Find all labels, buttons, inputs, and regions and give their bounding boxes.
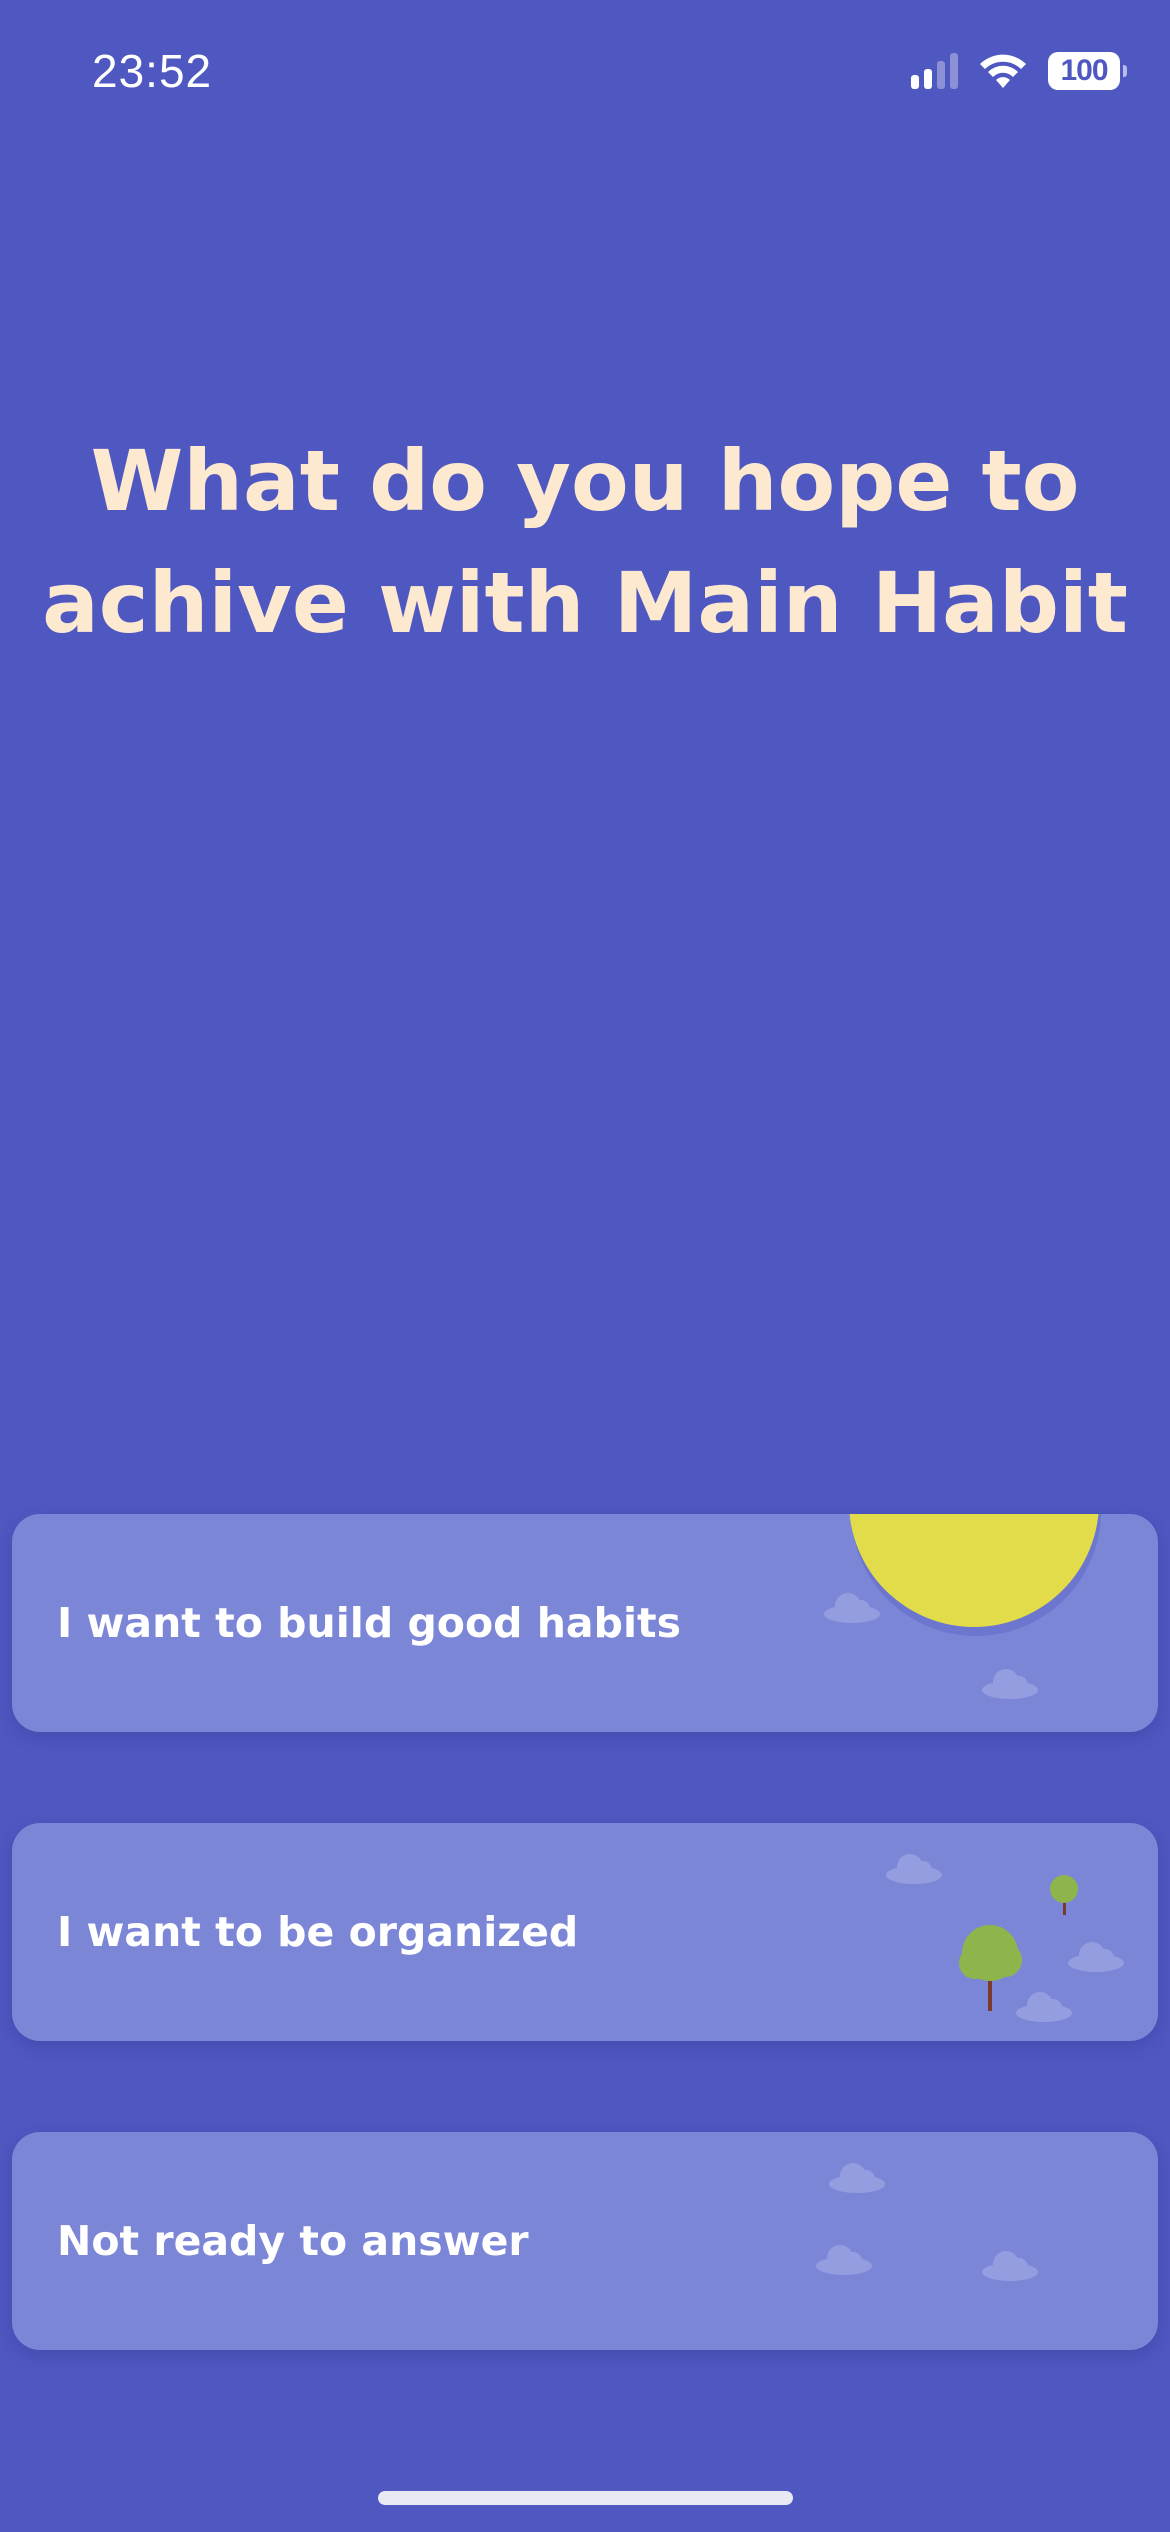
cellular-signal-icon [911,53,958,89]
battery-icon: 100 [1048,52,1127,90]
onboarding-screen: 23:52 100 What do you hope to achive wit… [0,0,1170,2532]
status-icons: 100 [911,52,1127,90]
page-title: What do you hope to achive with Main Hab… [42,432,1128,652]
option-label: Not ready to answer [57,2217,529,2265]
option-not-ready[interactable]: Not ready to answer [12,2132,1158,2350]
option-label: I want to be organized [57,1908,579,1956]
wifi-icon [980,54,1026,88]
option-be-organized[interactable]: I want to be organized [12,1823,1158,2041]
status-time: 23:52 [92,45,213,97]
option-label: I want to build good habits [57,1599,682,1647]
battery-level: 100 [1060,54,1108,87]
home-indicator[interactable] [378,2491,793,2505]
option-build-good-habits[interactable]: I want to build good habits [12,1514,1158,1732]
